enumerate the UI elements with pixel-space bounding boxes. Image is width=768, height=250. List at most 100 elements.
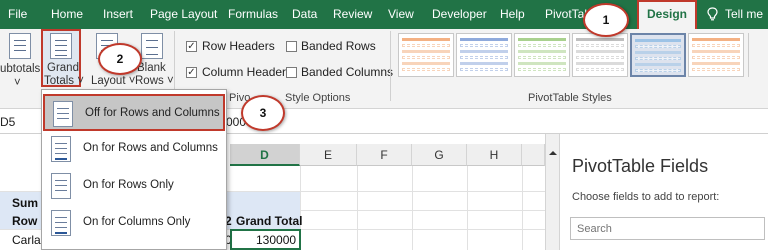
callout-step-3: 3: [241, 95, 285, 131]
style-row-bar: [402, 62, 450, 65]
style-row-bar: [576, 62, 624, 65]
banded-columns-checkbox[interactable]: [286, 67, 297, 78]
grand-totals-label-1: Grand: [47, 62, 79, 74]
tab-developer[interactable]: Developer: [432, 0, 487, 29]
cell-grand-total[interactable]: Grand Total: [236, 214, 302, 228]
on-columns-only-icon: [51, 210, 71, 236]
tab-page-layout[interactable]: Page Layout: [150, 0, 217, 29]
on-rows-columns-icon: [51, 136, 71, 162]
banded-columns-label[interactable]: Banded Columns: [301, 65, 393, 79]
grand-totals-label-2: Totals ˅: [44, 75, 84, 87]
cell-130000[interactable]: 130000: [256, 233, 296, 247]
tab-help[interactable]: Help: [500, 0, 525, 29]
callout-step-1: 1: [583, 3, 629, 37]
style-row-bar: [402, 56, 450, 59]
column-headers-checkbox[interactable]: ✓: [186, 67, 197, 78]
row-headers-label[interactable]: Row Headers: [202, 39, 275, 53]
style-row-bar: [576, 44, 624, 47]
style-row-bar: [635, 45, 681, 48]
scroll-up-icon[interactable]: [546, 146, 560, 160]
tab-file[interactable]: File: [8, 0, 27, 29]
pivot-style-thumbnail[interactable]: [572, 33, 628, 77]
pivot-style-thumbnail[interactable]: [456, 33, 512, 77]
column-header-h[interactable]: H: [467, 144, 522, 166]
ribbon-tab-bar: File Home Insert Page Layout Formulas Da…: [0, 0, 768, 29]
menu-item-label: On for Rows and Columns: [83, 142, 218, 154]
style-options-caption-right: Style Options: [285, 92, 351, 104]
column-header-g[interactable]: G: [412, 144, 467, 166]
style-row-bar: [460, 56, 508, 59]
style-row-bar: [460, 68, 508, 71]
menu-item-on-rows-only[interactable]: On for Rows Only: [43, 168, 225, 205]
gridline: [412, 166, 413, 250]
style-row-bar: [692, 68, 740, 71]
pane-title: PivotTable Fields: [572, 156, 709, 176]
ribbon-separator-2: [390, 31, 391, 101]
column-headers-label[interactable]: Column Headers: [202, 65, 292, 79]
tab-insert[interactable]: Insert: [103, 0, 133, 29]
tab-design[interactable]: Design: [637, 0, 698, 29]
callout-step-2: 2: [98, 43, 142, 75]
blank-rows-icon: [141, 33, 163, 59]
style-row-bar: [460, 62, 508, 65]
pivot-style-thumbnail[interactable]: [514, 33, 570, 77]
banded-rows-checkbox[interactable]: [286, 41, 297, 52]
style-row-bar: [635, 63, 681, 66]
grand-totals-icon: [50, 33, 72, 59]
tab-review[interactable]: Review: [333, 0, 372, 29]
row-headers-checkbox[interactable]: ✓: [186, 41, 197, 52]
column-header-e[interactable]: E: [300, 144, 357, 166]
style-row-bar: [692, 50, 740, 53]
tab-view[interactable]: View: [388, 0, 414, 29]
pivot-style-thumbnail[interactable]: [398, 33, 454, 77]
report-layout-button[interactable]: Layout ˅: [91, 75, 135, 87]
style-row-bar: [402, 44, 450, 47]
style-row-bar: [518, 50, 566, 53]
column-header-d[interactable]: D: [230, 144, 300, 166]
cell-carla[interactable]: Carla: [12, 233, 41, 247]
tab-formulas[interactable]: Formulas: [228, 0, 278, 29]
menu-item-label: On for Rows Only: [83, 179, 174, 191]
pane-subtitle: Choose fields to add to report:: [572, 191, 720, 203]
subtotals-button[interactable]: ubtotals: [0, 63, 40, 75]
subtotals-arrow[interactable]: ˅: [14, 77, 21, 89]
off-rows-columns-icon: [53, 101, 73, 127]
style-row-bar: [635, 69, 681, 72]
gallery-scroll[interactable]: [748, 33, 762, 77]
style-row-bar: [576, 56, 624, 59]
column-header-f[interactable]: F: [357, 144, 412, 166]
menu-item-off-rows-columns[interactable]: Off for Rows and Columns: [43, 94, 225, 131]
vertical-scrollbar[interactable]: [545, 134, 559, 250]
style-row-bar: [518, 56, 566, 59]
subtotals-icon: [9, 33, 31, 59]
field-search-input[interactable]: [570, 217, 765, 240]
style-row-bar: [692, 38, 740, 41]
pivot-style-thumbnail[interactable]: [630, 33, 686, 77]
menu-item-on-rows-columns[interactable]: On for Rows and Columns: [43, 131, 225, 168]
lightbulb-icon: [707, 7, 718, 21]
gridline: [357, 166, 358, 250]
style-row-bar: [460, 50, 508, 53]
pivot-style-thumbnail[interactable]: [688, 33, 744, 77]
tell-me-search[interactable]: Tell me: [725, 0, 763, 29]
tab-home[interactable]: Home: [51, 0, 83, 29]
tab-data[interactable]: Data: [292, 0, 317, 29]
style-row-bar: [402, 38, 450, 41]
banded-rows-label[interactable]: Banded Rows: [301, 39, 376, 53]
style-row-bar: [576, 50, 624, 53]
style-row-bar: [576, 38, 624, 41]
style-row-bar: [518, 68, 566, 71]
menu-item-label: Off for Rows and Columns: [85, 107, 220, 119]
gridline: [467, 166, 468, 250]
grand-totals-menu: Off for Rows and Columns On for Rows and…: [41, 89, 227, 250]
name-box[interactable]: D5: [0, 115, 15, 129]
style-row-bar: [518, 44, 566, 47]
on-rows-only-icon: [51, 173, 71, 199]
column-header-next[interactable]: [522, 144, 545, 166]
pivot-styles-caption: PivotTable Styles: [528, 92, 612, 104]
blank-rows-button[interactable]: Rows ˅: [135, 75, 174, 87]
menu-item-label: On for Columns Only: [83, 216, 191, 228]
menu-item-on-columns-only[interactable]: On for Columns Only: [43, 205, 225, 242]
pivottable-fields-pane: PivotTable Fields Choose fields to add t…: [559, 134, 768, 250]
style-row-bar: [576, 68, 624, 71]
